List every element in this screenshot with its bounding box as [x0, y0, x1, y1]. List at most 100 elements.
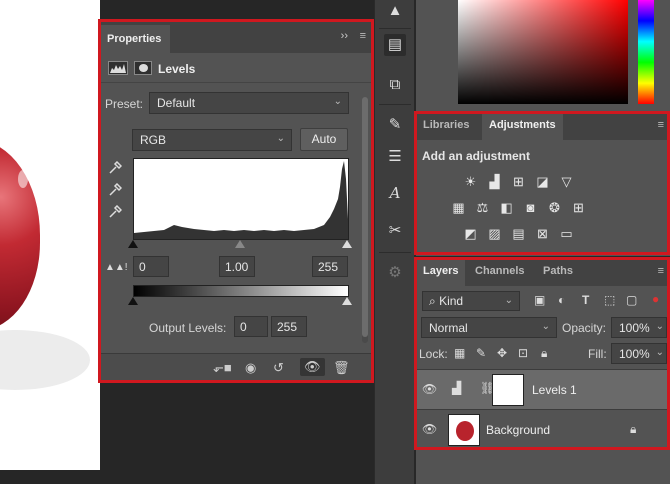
smart-object-filter-icon[interactable]: ▢ — [626, 293, 637, 307]
layer-row-levels[interactable]: 👁 ▟ ⛓ Levels 1 — [416, 369, 670, 409]
layer-mask-icon[interactable] — [134, 61, 152, 75]
vibrance-icon[interactable]: ▽ — [558, 174, 575, 189]
layer-filter-select[interactable]: ⌕ Kind ⌄ — [422, 291, 520, 311]
delete-icon[interactable]: 🗑 — [333, 360, 350, 376]
pixel-filter-icon[interactable]: ▣ — [534, 293, 545, 307]
reset-icon[interactable]: ↺ — [273, 360, 284, 376]
opacity-field[interactable]: 100% ⌄ — [611, 317, 667, 338]
panel-icon-column: ▲ ▤ ⧉ ✎ ☰ A ✂ ⚙ — [374, 0, 414, 484]
lock-artboard-icon[interactable]: ⊡ — [518, 346, 528, 360]
brush-presets-icon[interactable]: ✎ — [384, 114, 406, 136]
gradient-map-icon[interactable]: ▭ — [558, 226, 575, 241]
tab-layers[interactable]: Layers — [416, 258, 466, 286]
preset-select[interactable]: Default ⌄ — [149, 92, 349, 114]
photo-filter-icon[interactable]: ◙ — [522, 200, 539, 215]
panel-menu-icon[interactable]: ≡ — [658, 119, 664, 131]
document-image[interactable] — [0, 0, 100, 470]
layers-tabbar: Layers Channels Paths ≡ — [416, 258, 670, 286]
properties-scrollbar-thumb[interactable] — [362, 97, 368, 337]
adjustment-filter-icon[interactable]: ◐ — [558, 293, 565, 307]
input-white-slider[interactable] — [342, 240, 352, 248]
lock-position-icon[interactable]: ✥ — [497, 346, 507, 360]
posterize-icon[interactable]: ▨ — [486, 226, 503, 241]
eye-icon[interactable]: 👁 — [422, 422, 437, 436]
clipping-warning-icon: ▲▲! — [105, 262, 128, 273]
toggle-visibility-icon[interactable]: 👁 — [300, 358, 325, 376]
tab-channels[interactable]: Channels — [468, 258, 532, 286]
gray-point-eyedropper-icon[interactable] — [108, 182, 123, 197]
curves-icon[interactable]: ⊞ — [510, 174, 527, 189]
layer-mask-thumbnail[interactable] — [492, 374, 524, 406]
adjustments-panel: Libraries Adjustments ≡ Add an adjustmen… — [416, 112, 670, 256]
input-white-field[interactable]: 255 — [312, 256, 348, 277]
collapse-panel-icon[interactable]: ›› — [341, 30, 348, 42]
color-panel — [416, 0, 670, 112]
type-filter-icon[interactable]: T — [582, 293, 589, 307]
brush-settings-icon[interactable]: ☰ — [384, 146, 406, 168]
output-black-field[interactable]: 0 — [234, 316, 268, 337]
layer-name[interactable]: Levels 1 — [532, 383, 577, 397]
levels-icon[interactable]: ▟ — [486, 174, 503, 189]
character-panel-icon[interactable]: A — [384, 182, 406, 204]
panel-menu-icon[interactable]: ≡ — [658, 265, 664, 277]
lock-transparent-icon[interactable]: ▦ — [454, 346, 465, 360]
channel-select[interactable]: RGB ⌄ — [132, 129, 292, 151]
blend-mode-select[interactable]: Normal ⌄ — [421, 317, 557, 338]
preset-label: Preset: — [105, 97, 144, 111]
color-balance-icon[interactable]: ⚖ — [474, 200, 491, 215]
color-lookup-icon[interactable]: ⊞ — [570, 200, 587, 215]
histogram-graph — [134, 161, 348, 239]
channel-mixer-icon[interactable]: ❂ — [546, 200, 563, 215]
input-gamma-slider[interactable] — [235, 240, 245, 248]
threshold-icon[interactable]: ▤ — [510, 226, 527, 241]
apple-highlight — [18, 170, 28, 188]
brightness-contrast-icon[interactable]: ☀ — [462, 174, 479, 189]
exposure-icon[interactable]: ◪ — [534, 174, 551, 189]
selective-color-icon[interactable]: ⊠ — [534, 226, 551, 241]
clone-source-icon[interactable]: ⧉ — [384, 74, 406, 96]
tab-properties[interactable]: Properties — [100, 25, 170, 53]
lock-all-icon[interactable]: 🔒︎ — [541, 346, 547, 361]
clip-to-layer-icon[interactable]: ⬐■ — [213, 360, 232, 376]
layer-row-background[interactable]: 👁 Background 🔒︎ — [416, 409, 670, 449]
tab-libraries[interactable]: Libraries — [416, 112, 476, 140]
channel-value: RGB — [140, 133, 167, 147]
lock-image-icon[interactable]: ✎ — [476, 346, 486, 360]
layer-name[interactable]: Background — [486, 423, 550, 437]
filter-toggle-icon[interactable]: ● — [652, 292, 659, 306]
output-gradient-bar — [133, 285, 349, 297]
eye-icon[interactable]: 👁 — [422, 382, 437, 396]
tab-adjustments[interactable]: Adjustments — [482, 112, 563, 140]
output-black-slider[interactable] — [128, 297, 138, 305]
tab-paths[interactable]: Paths — [536, 258, 580, 286]
properties-panel-icon[interactable]: ▤ — [384, 34, 406, 56]
color-picker-field[interactable] — [458, 0, 628, 104]
chevron-down-icon: ⌄ — [276, 133, 285, 144]
chevron-down-icon: ⌄ — [333, 96, 342, 107]
input-black-slider[interactable] — [128, 240, 138, 248]
input-black-field[interactable]: 0 — [133, 256, 169, 277]
gear-icon[interactable]: ⚙ — [384, 262, 406, 284]
divider — [379, 104, 411, 105]
white-point-eyedropper-icon[interactable] — [108, 204, 123, 219]
invert-icon[interactable]: ◩ — [462, 226, 479, 241]
histogram-panel-icon[interactable]: ▲ — [384, 0, 406, 22]
panel-menu-icon[interactable]: ≡ — [360, 30, 366, 42]
tool-presets-icon[interactable]: ✂ — [384, 220, 406, 242]
auto-button[interactable]: Auto — [300, 128, 348, 151]
apple-shadow — [0, 330, 90, 390]
layer-thumbnail[interactable] — [448, 414, 480, 446]
fill-field[interactable]: 100% ⌄ — [611, 343, 667, 364]
levels-adjustment-icon[interactable] — [108, 61, 128, 75]
view-previous-state-icon[interactable]: ◉ — [245, 360, 256, 376]
input-gamma-field[interactable]: 1.00 — [219, 256, 255, 277]
adjustments-tabbar: Libraries Adjustments ≡ — [416, 112, 670, 140]
black-white-icon[interactable]: ◧ — [498, 200, 515, 215]
hue-saturation-icon[interactable]: ▦ — [450, 200, 467, 215]
hue-slider[interactable] — [638, 0, 654, 104]
output-white-slider[interactable] — [342, 297, 352, 305]
shape-filter-icon[interactable]: ⬚ — [604, 293, 615, 307]
chevron-down-icon: ⌄ — [541, 321, 550, 332]
black-point-eyedropper-icon[interactable] — [108, 160, 123, 175]
output-white-field[interactable]: 255 — [271, 316, 307, 337]
